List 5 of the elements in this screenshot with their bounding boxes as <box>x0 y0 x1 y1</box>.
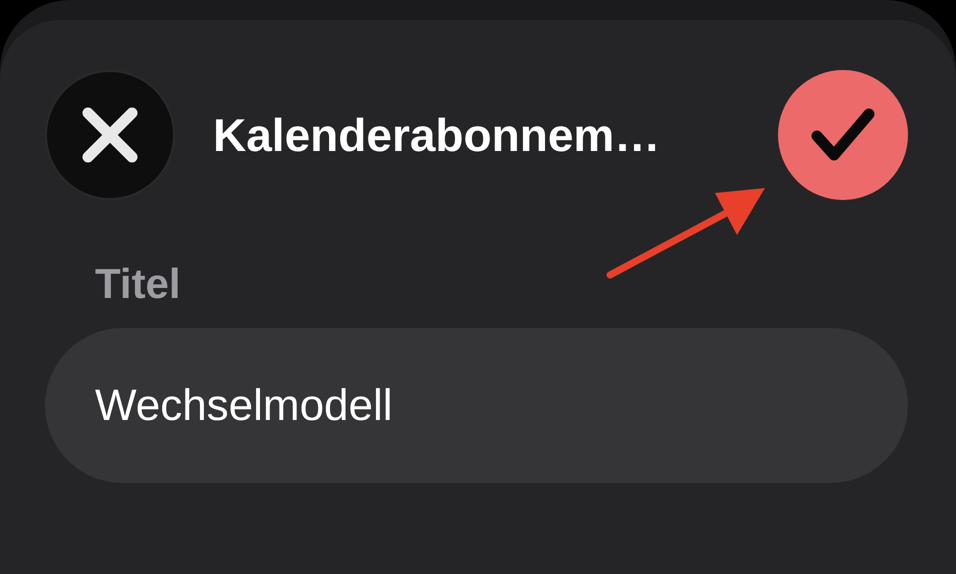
close-icon <box>82 107 138 163</box>
checkmark-icon <box>810 107 876 163</box>
window-title: Kalenderabonnem… <box>213 108 662 162</box>
title-input-field[interactable]: Wechselmodell <box>45 328 908 483</box>
field-label: Titel <box>95 260 182 308</box>
